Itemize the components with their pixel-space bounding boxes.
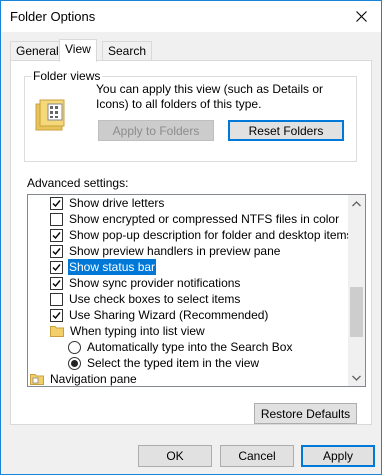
scroll-up-button[interactable]: [348, 195, 365, 212]
list-item-label: When typing into list view: [70, 324, 205, 338]
checkbox[interactable]: [50, 292, 63, 306]
list-item: Navigation pane: [30, 371, 138, 386]
advanced-settings-label: Advanced settings:: [27, 176, 129, 190]
tab-view[interactable]: View: [59, 39, 97, 62]
checkmark-icon: [52, 199, 61, 207]
radio-dot: [71, 359, 78, 367]
list-item-label: Show encrypted or compressed NTFS files …: [69, 212, 340, 226]
advanced-settings-list[interactable]: Show drive letters Show encrypted or com…: [27, 194, 366, 387]
list-item-label: Show preview handlers in preview pane: [69, 244, 281, 258]
title-bar: Folder Options: [1, 1, 381, 32]
list-item[interactable]: Show sync provider notifications: [50, 275, 241, 291]
list-item[interactable]: Use Sharing Wizard (Recommended): [50, 307, 269, 323]
reset-folders-button[interactable]: Reset Folders: [228, 120, 344, 141]
list-item[interactable]: Show drive letters: [50, 195, 165, 211]
close-icon: [355, 11, 367, 22]
list-item[interactable]: Automatically type into the Search Box: [68, 339, 293, 355]
checkbox[interactable]: [50, 276, 63, 290]
checkbox[interactable]: [50, 212, 63, 226]
cancel-button[interactable]: Cancel: [220, 445, 294, 467]
close-button[interactable]: [341, 1, 381, 32]
view-tab-panel: Folder views You can apply this view (su…: [10, 60, 372, 425]
checkmark-icon: [52, 231, 61, 239]
chevron-down-icon: [352, 375, 361, 381]
list-item[interactable]: Show preview handlers in preview pane: [50, 243, 281, 259]
list-item[interactable]: Show status bar: [50, 259, 157, 275]
list-item[interactable]: Use check boxes to select items: [50, 291, 241, 307]
folder-view-icon: [35, 99, 65, 131]
list-item-label: Show status bar: [68, 259, 157, 275]
checkmark-icon: [52, 311, 61, 319]
list-item-label: Automatically type into the Search Box: [87, 340, 293, 354]
list-item-label: Use Sharing Wizard (Recommended): [69, 308, 269, 322]
scroll-down-button[interactable]: [348, 369, 365, 386]
ok-button[interactable]: OK: [138, 445, 212, 467]
window-title: Folder Options: [10, 9, 96, 24]
list-item-label: Use check boxes to select items: [69, 292, 241, 306]
chevron-up-icon: [352, 200, 361, 206]
folder-icon: [50, 326, 64, 337]
list-item[interactable]: Show pop-up description for folder and d…: [50, 227, 354, 243]
radio-button[interactable]: [68, 340, 81, 354]
list-item-label: Show sync provider notifications: [69, 276, 241, 290]
list-item-label: Show pop-up description for folder and d…: [69, 228, 353, 242]
checkmark-icon: [52, 263, 61, 271]
list-item: When typing into list view: [50, 323, 206, 339]
folder-views-label: Folder views: [31, 69, 103, 83]
folder-options-window: Folder Options General View Search Folde…: [0, 0, 382, 475]
checkbox[interactable]: [50, 196, 63, 210]
apply-to-folders-button[interactable]: Apply to Folders: [98, 120, 214, 141]
navigation-pane-icon: [30, 374, 44, 385]
checkbox[interactable]: [50, 228, 63, 242]
checkbox[interactable]: [50, 260, 63, 274]
list-item-label: Select the typed item in the view: [87, 356, 260, 370]
apply-button[interactable]: Apply: [301, 445, 375, 467]
checkbox[interactable]: [50, 308, 63, 322]
list-item-label: Navigation pane: [50, 372, 137, 386]
checkmark-icon: [52, 247, 61, 255]
tab-general[interactable]: General: [10, 41, 65, 61]
tab-search[interactable]: Search: [102, 41, 153, 61]
restore-defaults-button[interactable]: Restore Defaults: [254, 403, 357, 424]
list-item[interactable]: Show encrypted or compressed NTFS files …: [50, 211, 340, 227]
checkmark-icon: [52, 279, 61, 287]
checkbox[interactable]: [50, 244, 63, 258]
vertical-scrollbar[interactable]: [348, 195, 365, 386]
list-item-label: Show drive letters: [69, 196, 165, 210]
radio-button[interactable]: [68, 356, 81, 370]
scroll-thumb[interactable]: [350, 287, 363, 337]
list-item[interactable]: Select the typed item in the view: [68, 355, 260, 371]
folder-views-description: You can apply this view (such as Details…: [96, 82, 324, 111]
